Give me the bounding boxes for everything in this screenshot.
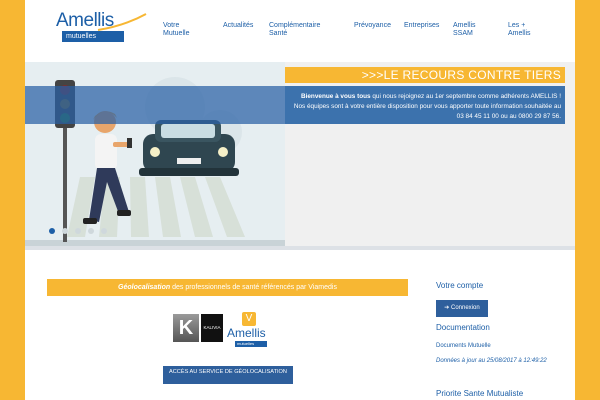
geolocation-service-button[interactable]: ACCÈS AU SERVICE DE GÉOLOCALISATION xyxy=(163,366,293,384)
documents-mutuelle-link[interactable]: Documents Mutuelle xyxy=(436,343,491,349)
welcome-message-lead: Bienvenue à vous tous xyxy=(300,93,371,100)
nav-item-prevoyance[interactable]: Prévoyance xyxy=(354,22,391,30)
partner-logos: K KALIVIA V Amellis mutuelles xyxy=(173,312,283,348)
nav-item-actualites[interactable]: Actualités xyxy=(223,22,253,30)
nav-label: Prévoyance xyxy=(354,22,391,29)
kalivia-k-logo: K xyxy=(173,314,199,342)
geolocation-heading-rest: des professionnels de santé référencés p… xyxy=(170,284,337,291)
nav-item-complementaire-sante[interactable]: Complémentaire Santé xyxy=(269,22,320,38)
nav-label: Votre Mutuelle xyxy=(163,22,190,37)
welcome-message: Bienvenue à vous tous qui nous rejoignez… xyxy=(285,86,565,124)
banner-divider xyxy=(25,246,575,250)
slider-dot-1[interactable] xyxy=(49,228,55,234)
nav-label: Amellis SSAM xyxy=(453,22,476,37)
nav-label: Les + Amellis xyxy=(508,22,531,37)
hero-banner: >>>LE RECOURS CONTRE TIERS Bienvenue à v… xyxy=(25,62,575,250)
logo-subtitle: mutuelles xyxy=(62,31,124,42)
data-update-note: Données à jour au 25/08/2017 à 12:49:22 xyxy=(436,358,547,364)
amellis-small-logo: Amellis xyxy=(227,326,266,340)
slider-dot-3[interactable] xyxy=(75,228,81,234)
nav-item-entreprises[interactable]: Entreprises xyxy=(404,22,439,30)
nav-label: Actualités xyxy=(223,22,254,29)
slider-dot-2[interactable] xyxy=(62,228,68,234)
documentation-title: Documentation xyxy=(436,323,490,332)
slider-dot-5[interactable] xyxy=(101,228,107,234)
amellis-logo[interactable]: Amellis mutuelles xyxy=(56,10,147,44)
viamedis-v-logo: V xyxy=(242,312,256,326)
sidebar: Votre compte ➔ Connexion Documentation D… xyxy=(436,279,566,400)
slider-dot-4[interactable] xyxy=(88,228,94,234)
nav-label: Entreprises xyxy=(404,22,440,29)
message-overlay-band xyxy=(25,86,285,124)
nav-item-amellis-ssam[interactable]: Amellis SSAM xyxy=(453,22,476,38)
amellis-small-logo-sub: mutuelles xyxy=(235,341,267,347)
site-header: Amellis mutuelles Votre Mutuelle Actuali… xyxy=(25,0,575,52)
geolocation-heading-lead: Géolocalisation xyxy=(118,284,171,291)
login-button[interactable]: ➔ Connexion xyxy=(436,300,488,317)
geolocation-heading: Géolocalisation des professionnels de sa… xyxy=(47,279,408,296)
nav-item-les-plus-amellis[interactable]: Les + Amellis xyxy=(508,22,531,38)
nav-label: Complémentaire Santé xyxy=(269,22,321,37)
kalivia-logo: KALIVIA xyxy=(201,314,223,342)
banner-title: >>>LE RECOURS CONTRE TIERS xyxy=(285,67,565,83)
priority-title: Priorite Sante Mutualiste xyxy=(436,389,524,398)
page: Amellis mutuelles Votre Mutuelle Actuali… xyxy=(25,0,575,400)
logo-swoosh-icon xyxy=(97,13,147,31)
account-title: Votre compte xyxy=(436,281,484,290)
nav-item-votre-mutuelle[interactable]: Votre Mutuelle xyxy=(163,22,189,38)
